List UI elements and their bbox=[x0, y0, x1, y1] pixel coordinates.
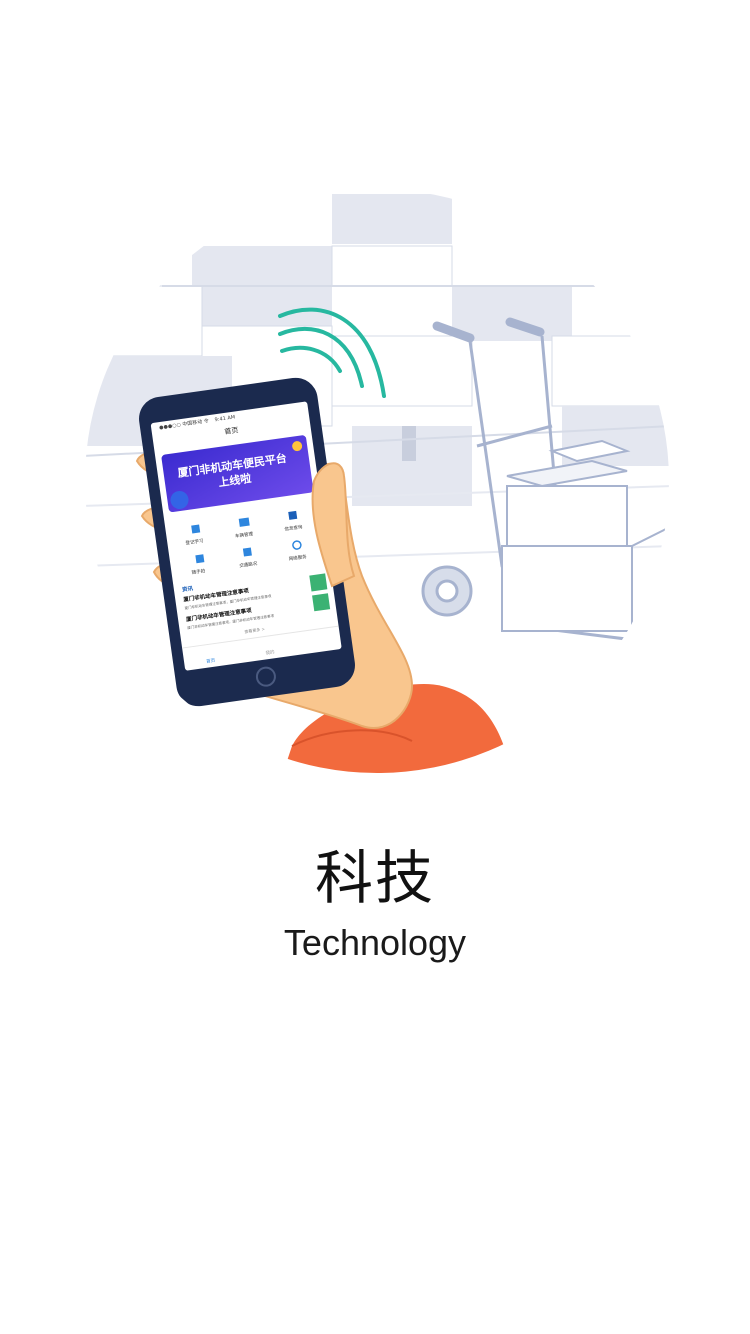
page-title: 科技 bbox=[314, 844, 435, 912]
page-subtitle: Technology bbox=[283, 922, 467, 963]
hero-illustration: ●●●○○ 中国移动 令 9:41 AM 首页 厦门非机动车便民平台 上线啦 登… bbox=[82, 186, 672, 776]
